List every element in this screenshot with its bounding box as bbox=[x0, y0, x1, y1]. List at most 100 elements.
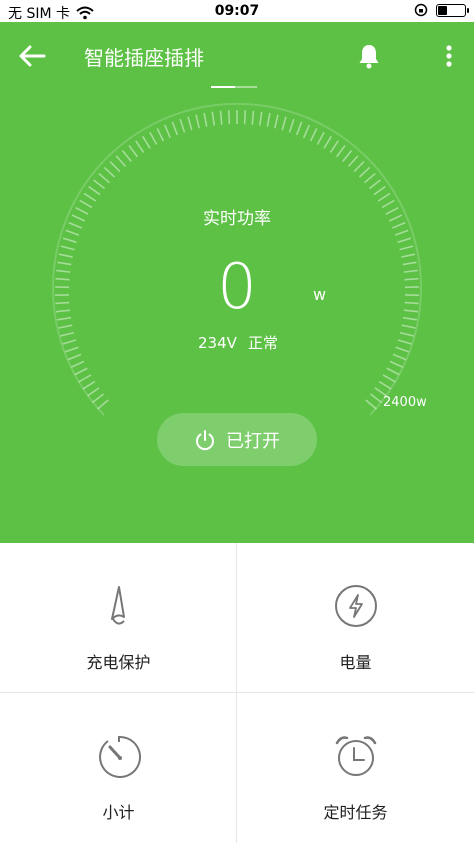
gauge-tick bbox=[402, 316, 417, 321]
gauge-tick bbox=[88, 185, 101, 196]
battery-icon bbox=[436, 3, 469, 17]
gauge-tick bbox=[329, 140, 339, 153]
power-value: 0 bbox=[217, 250, 257, 323]
gauge-tick bbox=[373, 185, 386, 196]
feature-scheduled-task[interactable]: 定时任务 bbox=[237, 693, 474, 843]
gauge-tick bbox=[281, 116, 287, 131]
gauge-tick bbox=[65, 229, 80, 236]
feature-label: 电量 bbox=[339, 653, 372, 672]
gauge-tick bbox=[368, 179, 381, 190]
gauge-tick bbox=[369, 393, 383, 404]
gauge-tick bbox=[74, 367, 88, 376]
gauge-tick bbox=[70, 360, 85, 368]
gauge-tick bbox=[395, 346, 410, 353]
gauge-tick bbox=[58, 324, 73, 329]
gauge-tick bbox=[288, 118, 295, 133]
power-unit: w bbox=[313, 285, 327, 304]
gauge-tick bbox=[135, 140, 145, 153]
page-indicator-active bbox=[211, 86, 235, 88]
gauge-tick bbox=[358, 166, 371, 178]
grid-divider-vertical bbox=[236, 543, 237, 843]
gauge-tick bbox=[58, 253, 73, 258]
gauge-tick bbox=[142, 135, 151, 149]
gauge-tick bbox=[364, 172, 376, 184]
gauge-tick bbox=[91, 393, 105, 404]
gauge-tick bbox=[377, 192, 391, 202]
gauge-tick bbox=[389, 360, 404, 368]
gauge-tick bbox=[187, 116, 193, 131]
gauge-tick bbox=[163, 124, 172, 139]
gauge-tick bbox=[227, 110, 231, 125]
gauge-tick bbox=[397, 237, 412, 244]
gauge-tick bbox=[403, 269, 418, 273]
feature-charging-protection[interactable]: 充电保护 bbox=[0, 543, 237, 693]
gauge-tick bbox=[401, 253, 416, 258]
gauge-tick bbox=[87, 387, 100, 397]
gauge-tick bbox=[353, 160, 365, 173]
feature-grid: 充电保护 电量 小计 定时任务 bbox=[0, 543, 474, 843]
gauge-tick bbox=[57, 316, 72, 321]
gauge-tick bbox=[401, 324, 416, 329]
gauge-tick bbox=[156, 128, 165, 142]
gauge-tick bbox=[64, 346, 79, 353]
status-text: 正常 bbox=[248, 334, 279, 352]
gauge-tick bbox=[404, 277, 419, 281]
gauge-tick bbox=[251, 110, 255, 125]
gauge-tick bbox=[302, 124, 311, 139]
power-panel: 智能插座插排 实时功率 0 w 234V 正常 2400w 已打开 bbox=[0, 22, 474, 543]
status-time: 09:07 bbox=[214, 3, 260, 19]
gauge-tick bbox=[93, 179, 106, 190]
gauge-tick bbox=[83, 192, 97, 202]
gauge-tick bbox=[392, 353, 407, 361]
gauge-tick bbox=[382, 374, 396, 383]
gauge-tick bbox=[378, 380, 392, 390]
battery-level bbox=[438, 5, 447, 15]
gauge-tick bbox=[60, 331, 75, 337]
gauge-tick bbox=[399, 245, 414, 251]
gauge-tick bbox=[397, 339, 412, 345]
voltage-value: 234V bbox=[198, 334, 237, 352]
gauge-tick bbox=[403, 309, 419, 313]
gauge-tick bbox=[211, 111, 215, 126]
feature-electricity[interactable]: 电量 bbox=[237, 543, 474, 693]
gauge-tick bbox=[60, 245, 75, 251]
status-right bbox=[414, 3, 469, 17]
gauge-tick bbox=[259, 111, 263, 126]
gauge-tick bbox=[316, 131, 325, 145]
gauge-tick bbox=[274, 114, 279, 129]
gauge-tick bbox=[347, 155, 359, 167]
power-toggle-button[interactable]: 已打开 bbox=[157, 413, 317, 466]
power-toggle-label: 已打开 bbox=[226, 430, 280, 452]
gauge-tick bbox=[149, 131, 158, 145]
page-title: 智能插座插排 bbox=[84, 46, 204, 70]
bell-icon[interactable] bbox=[355, 42, 383, 70]
gauge-tick bbox=[394, 229, 409, 236]
gauge-tick bbox=[171, 121, 179, 136]
gauge-tick bbox=[336, 145, 346, 158]
gauge-tick bbox=[309, 128, 318, 142]
gauge-tick bbox=[179, 118, 186, 133]
gauge-tick bbox=[203, 112, 208, 127]
gauge-tick bbox=[404, 301, 419, 305]
feature-subtotal[interactable]: 小计 bbox=[0, 693, 237, 843]
gauge-tick bbox=[115, 155, 127, 167]
gauge-tick bbox=[82, 380, 96, 390]
alarm-clock-icon bbox=[335, 736, 377, 776]
gauge-tick bbox=[97, 399, 109, 410]
gauge-tick bbox=[62, 237, 77, 244]
feature-label: 定时任务 bbox=[323, 803, 388, 822]
status-bar: 无 SIM 卡 09:07 bbox=[0, 0, 474, 22]
gauge-tick bbox=[78, 374, 92, 383]
gauge-tick bbox=[128, 145, 138, 158]
orientation-lock-icon bbox=[414, 3, 428, 17]
grid-divider-horizontal bbox=[0, 692, 474, 693]
more-vertical-icon[interactable] bbox=[440, 42, 458, 70]
gauge-tick bbox=[55, 309, 71, 313]
gauge-tick bbox=[103, 166, 116, 178]
gauge-tick bbox=[386, 367, 400, 376]
back-button[interactable] bbox=[16, 42, 48, 70]
gauge-tick bbox=[243, 110, 247, 125]
power-label: 实时功率 bbox=[203, 209, 271, 229]
feature-label: 充电保护 bbox=[86, 653, 151, 672]
gauge-tick bbox=[295, 121, 303, 136]
